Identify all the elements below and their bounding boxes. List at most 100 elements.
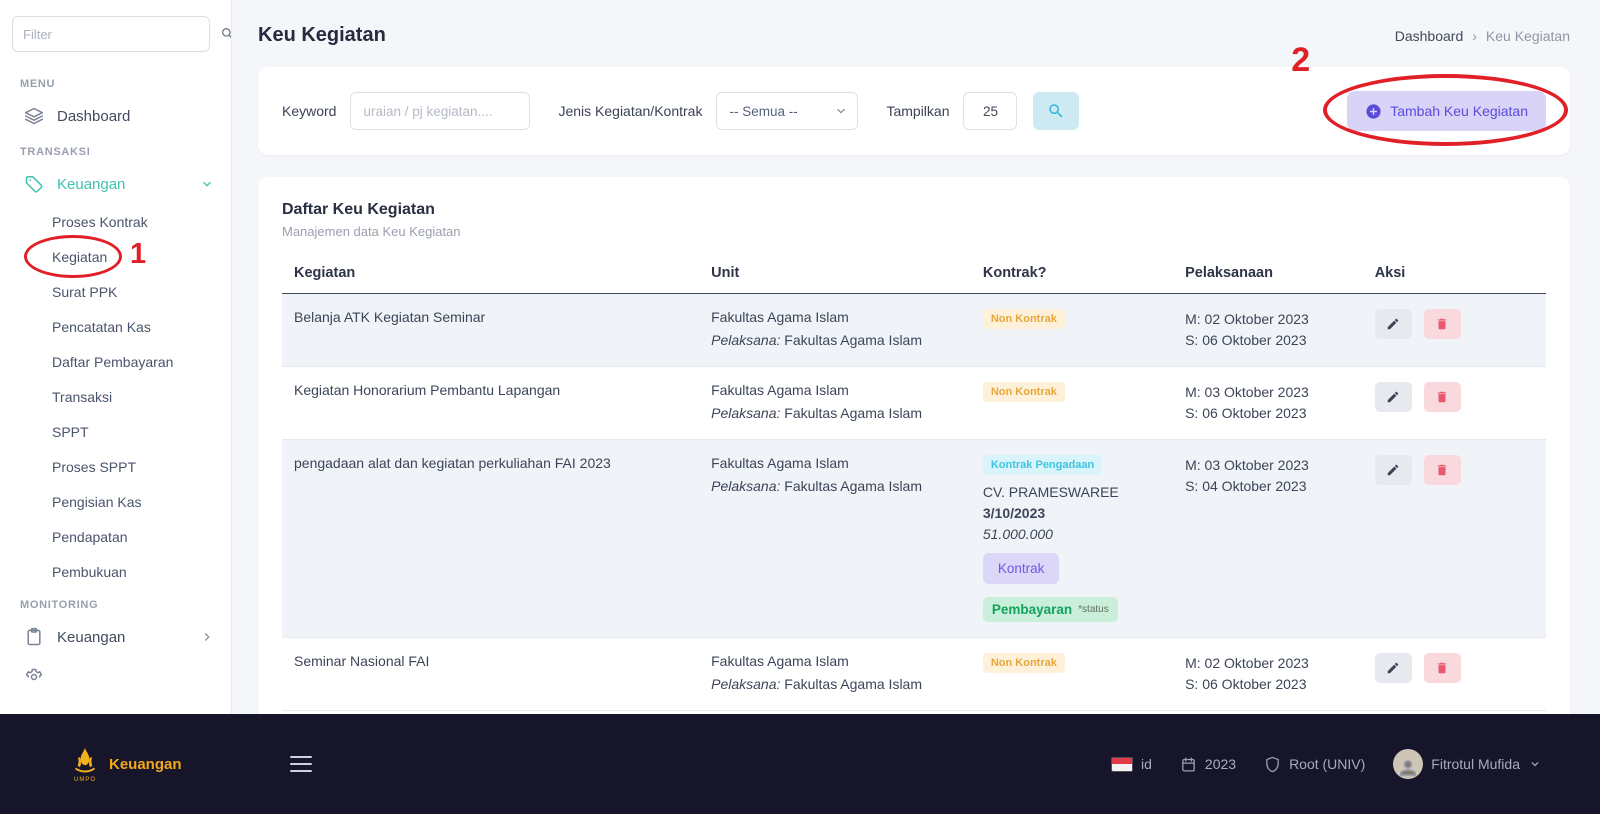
sidebar-section-menu: MENU [0, 68, 231, 96]
kontrak-button[interactable]: Kontrak [983, 553, 1060, 584]
table-row: pengadaan alat dan kegiatan perkuliahan … [282, 440, 1546, 638]
annotation-number-1: 1 [130, 238, 146, 271]
main-content: Keu Kegiatan Dashboard › Keu Kegiatan Ke… [232, 0, 1600, 714]
list-card: Daftar Keu Kegiatan Manajemen data Keu K… [258, 177, 1570, 714]
cell-pelaksanaan: M: 03 Oktober 2023 S: 04 Oktober 2023 [1173, 440, 1363, 638]
sidebar-search-icon[interactable] [220, 26, 232, 42]
sidebar-item-label: Dashboard [57, 108, 130, 125]
avatar [1393, 749, 1423, 779]
pencil-icon [1386, 317, 1400, 331]
keyword-input[interactable] [350, 92, 530, 130]
pembayaran-label: Pembayaran [992, 602, 1072, 617]
pelaksana-label: Pelaksana: [711, 676, 780, 692]
table-row: Seminar Nasional FAI Fakultas Agama Isla… [282, 638, 1546, 711]
cell-unit: Fakultas Agama Islam Pelaksana: Fakultas… [699, 440, 971, 638]
cell-unit: Fakultas Agama Islam Pelaksana: Fakultas… [699, 367, 971, 440]
sidebar-item-proses-kontrak[interactable]: Proses Kontrak [0, 204, 231, 239]
jenis-select[interactable]: -- Semua -- [716, 92, 858, 130]
bottom-bar: UMPO Keuangan id 2023 Root (UNIV) F [0, 714, 1600, 814]
keu-kegiatan-table: Kegiatan Unit Kontrak? Pelaksanaan Aksi … [282, 253, 1546, 711]
sidebar-item-transaksi[interactable]: Transaksi [0, 379, 231, 414]
edit-button[interactable] [1375, 455, 1412, 485]
delete-button[interactable] [1424, 653, 1461, 683]
sidebar-item-pendapatan[interactable]: Pendapatan [0, 519, 231, 554]
breadcrumb-dashboard[interactable]: Dashboard [1395, 28, 1464, 44]
sidebar-item-pencatatan-kas[interactable]: Pencatatan Kas [0, 309, 231, 344]
sidebar-item-proses-sppt[interactable]: Proses SPPT [0, 449, 231, 484]
trash-icon [1435, 390, 1449, 404]
status-badge: Non Kontrak [983, 382, 1065, 402]
cell-pelaksanaan: M: 03 Oktober 2023 S: 06 Oktober 2023 [1173, 367, 1363, 440]
sidebar-item-label: Keuangan [57, 176, 125, 193]
brand[interactable]: UMPO Keuangan [70, 746, 182, 783]
table-row: Kegiatan Honorarium Pembantu Lapangan Fa… [282, 367, 1546, 440]
pelaksana-label: Pelaksana: [711, 478, 780, 494]
status-badge: Kontrak Pengadaan [983, 455, 1102, 475]
trash-icon [1435, 661, 1449, 675]
role-selector[interactable]: Root (UNIV) [1264, 756, 1365, 773]
keyword-label: Keyword [282, 103, 336, 119]
sidebar-item-pembukuan[interactable]: Pembukuan [0, 554, 231, 589]
edit-button[interactable] [1375, 653, 1412, 683]
unit-name: Fakultas Agama Islam [711, 653, 959, 669]
edit-button[interactable] [1375, 309, 1412, 339]
pencil-icon [1386, 661, 1400, 675]
tag-icon [24, 174, 44, 194]
tanggal-selesai: S: 04 Oktober 2023 [1185, 476, 1351, 497]
tanggal-mulai: M: 02 Oktober 2023 [1185, 653, 1351, 674]
language-switcher[interactable]: id [1111, 756, 1152, 772]
cell-kegiatan: pengadaan alat dan kegiatan perkuliahan … [282, 440, 699, 638]
col-aksi: Aksi [1363, 253, 1546, 294]
sidebar-item-label: Kegiatan [52, 249, 107, 265]
cell-kegiatan: Kegiatan Honorarium Pembantu Lapangan [282, 367, 699, 440]
sidebar-item-daftar-pembayaran[interactable]: Daftar Pembayaran [0, 344, 231, 379]
sidebar-item-label: Keuangan [57, 629, 125, 646]
sidebar-item-kegiatan[interactable]: Kegiatan 1 [0, 239, 231, 274]
sidebar-item-pengisian-kas[interactable]: Pengisian Kas [0, 484, 231, 519]
search-button[interactable] [1033, 92, 1079, 130]
chevron-down-icon [1528, 757, 1542, 771]
pelaksana-label: Pelaksana: [711, 332, 780, 348]
unit-name: Fakultas Agama Islam [711, 382, 959, 398]
tambah-button-label: Tambah Keu Kegiatan [1390, 103, 1528, 119]
status-note: *status [1078, 604, 1109, 615]
plus-circle-icon [1365, 103, 1382, 120]
hamburger-menu-icon[interactable] [290, 756, 312, 773]
pelaksana-label: Pelaksana: [711, 405, 780, 421]
jenis-label: Jenis Kegiatan/Kontrak [558, 103, 702, 119]
sidebar-item-sppt[interactable]: SPPT [0, 414, 231, 449]
year-label: 2023 [1205, 756, 1236, 772]
sidebar-filter-input[interactable] [12, 16, 210, 52]
sidebar-item-dashboard[interactable]: Dashboard [0, 96, 231, 136]
pelaksana-name: Fakultas Agama Islam [784, 405, 922, 421]
cell-aksi [1363, 294, 1546, 367]
unit-name: Fakultas Agama Islam [711, 455, 959, 471]
year-selector[interactable]: 2023 [1180, 756, 1236, 773]
sidebar-item-keuangan-monitoring[interactable]: Keuangan [0, 617, 231, 657]
tambah-keu-kegiatan-button[interactable]: Tambah Keu Kegiatan [1347, 91, 1546, 131]
pelaksana-name: Fakultas Agama Islam [784, 478, 922, 494]
breadcrumb: Dashboard › Keu Kegiatan [1395, 28, 1570, 44]
cell-kontrak: Kontrak Pengadaan CV. PRAMESWAREE 3/10/2… [971, 440, 1173, 638]
calendar-icon [1180, 756, 1197, 773]
nilai-kontrak: 51.000.000 [983, 526, 1161, 542]
tanggal-selesai: S: 06 Oktober 2023 [1185, 330, 1351, 351]
jenis-select-value: -- Semua -- [729, 104, 797, 119]
edit-button[interactable] [1375, 382, 1412, 412]
user-menu[interactable]: Fitrotul Mufida [1393, 749, 1542, 779]
cell-unit: Fakultas Agama Islam Pelaksana: Fakultas… [699, 294, 971, 367]
sidebar-item-keuangan[interactable]: Keuangan [0, 164, 231, 204]
table-header-row: Kegiatan Unit Kontrak? Pelaksanaan Aksi [282, 253, 1546, 294]
language-label: id [1141, 756, 1152, 772]
shield-icon [1264, 756, 1281, 773]
delete-button[interactable] [1424, 382, 1461, 412]
col-kegiatan: Kegiatan [282, 253, 699, 294]
filter-card: Keyword Jenis Kegiatan/Kontrak -- Semua … [258, 67, 1570, 155]
tampilkan-input[interactable] [963, 92, 1017, 130]
sidebar-item-surat-ppk[interactable]: Surat PPK [0, 274, 231, 309]
tanggal-kontrak: 3/10/2023 [983, 505, 1161, 521]
chevron-down-icon [833, 103, 849, 119]
sidebar-item-clipped[interactable] [0, 657, 231, 697]
delete-button[interactable] [1424, 455, 1461, 485]
delete-button[interactable] [1424, 309, 1461, 339]
